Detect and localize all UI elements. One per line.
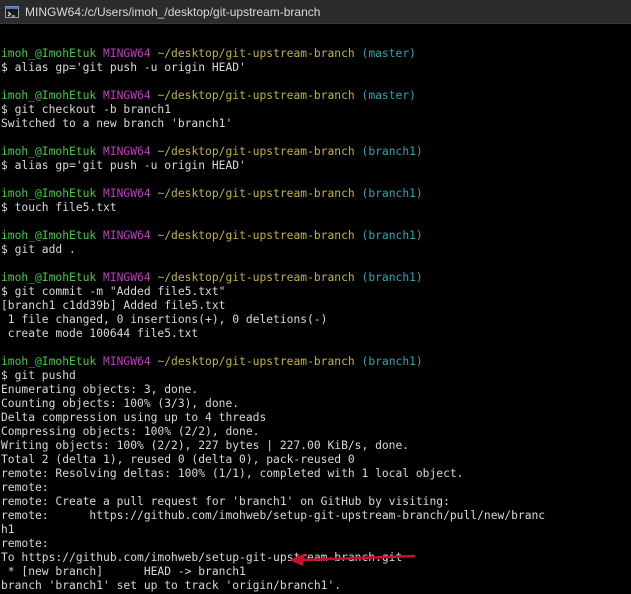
prompt-branch: (branch1) <box>361 187 423 200</box>
output-line: Delta compression using up to 4 threads <box>1 411 267 424</box>
prompt-system: MINGW64 <box>103 89 151 102</box>
output-line: create mode 100644 file5.txt <box>1 327 199 340</box>
prompt-line: imoh_@ImohEtuk MINGW64 ~/desktop/git-ups… <box>1 187 631 201</box>
prompt-user: imoh_@ImohEtuk <box>1 145 97 158</box>
output-line: * [new branch] HEAD -> branch1 <box>1 565 246 578</box>
title-bar[interactable]: MINGW64:/c/Users/imoh_/desktop/git-upstr… <box>0 0 631 24</box>
command-line: $ git add . <box>1 243 76 256</box>
prompt-path: ~/desktop/git-upstream-branch <box>157 229 355 242</box>
prompt-system: MINGW64 <box>103 47 151 60</box>
prompt-system: MINGW64 <box>103 145 151 158</box>
command-line: $ git checkout -b branch1 <box>1 103 172 116</box>
terminal-window: MINGW64:/c/Users/imoh_/desktop/git-upstr… <box>0 0 631 594</box>
prompt-path: ~/desktop/git-upstream-branch <box>157 145 355 158</box>
window-title: MINGW64:/c/Users/imoh_/desktop/git-upstr… <box>25 4 321 19</box>
output-line: Enumerating objects: 3, done. <box>1 383 199 396</box>
prompt-path: ~/desktop/git-upstream-branch <box>157 47 355 60</box>
prompt-branch: (branch1) <box>361 145 423 158</box>
prompt-line: imoh_@ImohEtuk MINGW64 ~/desktop/git-ups… <box>1 89 631 103</box>
prompt-system: MINGW64 <box>103 187 151 200</box>
prompt-system: MINGW64 <box>103 229 151 242</box>
output-line: remote: <box>1 481 49 494</box>
prompt-line: imoh_@ImohEtuk MINGW64 ~/desktop/git-ups… <box>1 145 631 159</box>
output-line: remote: Resolving deltas: 100% (1/1), co… <box>1 467 464 480</box>
prompt-path: ~/desktop/git-upstream-branch <box>157 89 355 102</box>
output-line: branch 'branch1' set up to track 'origin… <box>1 579 342 592</box>
command-line: $ alias gp='git push -u origin HEAD' <box>1 159 246 172</box>
prompt-user: imoh_@ImohEtuk <box>1 89 97 102</box>
command-line: $ git commit -m "Added file5.txt" <box>1 285 226 298</box>
prompt-branch: (master) <box>361 47 416 60</box>
prompt-line: imoh_@ImohEtuk MINGW64 ~/desktop/git-ups… <box>1 271 631 285</box>
prompt-branch: (branch1) <box>361 229 423 242</box>
prompt-path: ~/desktop/git-upstream-branch <box>157 271 355 284</box>
output-line: 1 file changed, 0 insertions(+), 0 delet… <box>1 313 328 326</box>
command-line: $ touch file5.txt <box>1 201 117 214</box>
prompt-user: imoh_@ImohEtuk <box>1 271 97 284</box>
prompt-branch: (master) <box>361 89 416 102</box>
output-line: [branch1 c1dd39b] Added file5.txt <box>1 299 226 312</box>
command-line: $ git pushd <box>1 369 76 382</box>
output-line: Counting objects: 100% (3/3), done. <box>1 397 240 410</box>
prompt-user: imoh_@ImohEtuk <box>1 47 97 60</box>
prompt-line: imoh_@ImohEtuk MINGW64 ~/desktop/git-ups… <box>1 229 631 243</box>
prompt-path: ~/desktop/git-upstream-branch <box>157 187 355 200</box>
output-line: remote: <box>1 537 49 550</box>
prompt-user: imoh_@ImohEtuk <box>1 355 97 368</box>
terminal-output[interactable]: imoh_@ImohEtuk MINGW64 ~/desktop/git-ups… <box>1 33 631 594</box>
prompt-line: imoh_@ImohEtuk MINGW64 ~/desktop/git-ups… <box>1 47 631 61</box>
output-line: To https://github.com/imohweb/setup-git-… <box>1 551 403 564</box>
output-line: h1 <box>1 523 15 536</box>
output-line: Writing objects: 100% (2/2), 227 bytes |… <box>1 439 410 452</box>
output-line: Total 2 (delta 1), reused 0 (delta 0), p… <box>1 453 355 466</box>
output-line: Switched to a new branch 'branch1' <box>1 117 233 130</box>
output-line: remote: Create a pull request for 'branc… <box>1 495 450 508</box>
prompt-path: ~/desktop/git-upstream-branch <box>157 355 355 368</box>
prompt-branch: (branch1) <box>361 355 423 368</box>
prompt-branch: (branch1) <box>361 271 423 284</box>
output-line: Compressing objects: 100% (2/2), done. <box>1 425 260 438</box>
prompt-user: imoh_@ImohEtuk <box>1 229 97 242</box>
command-line: $ alias gp='git push -u origin HEAD' <box>1 61 246 74</box>
output-line: remote: https://github.com/imohweb/setup… <box>1 509 546 522</box>
prompt-system: MINGW64 <box>103 355 151 368</box>
prompt-user: imoh_@ImohEtuk <box>1 187 97 200</box>
mingw-terminal-icon <box>5 5 19 19</box>
prompt-line: imoh_@ImohEtuk MINGW64 ~/desktop/git-ups… <box>1 355 631 369</box>
prompt-system: MINGW64 <box>103 271 151 284</box>
